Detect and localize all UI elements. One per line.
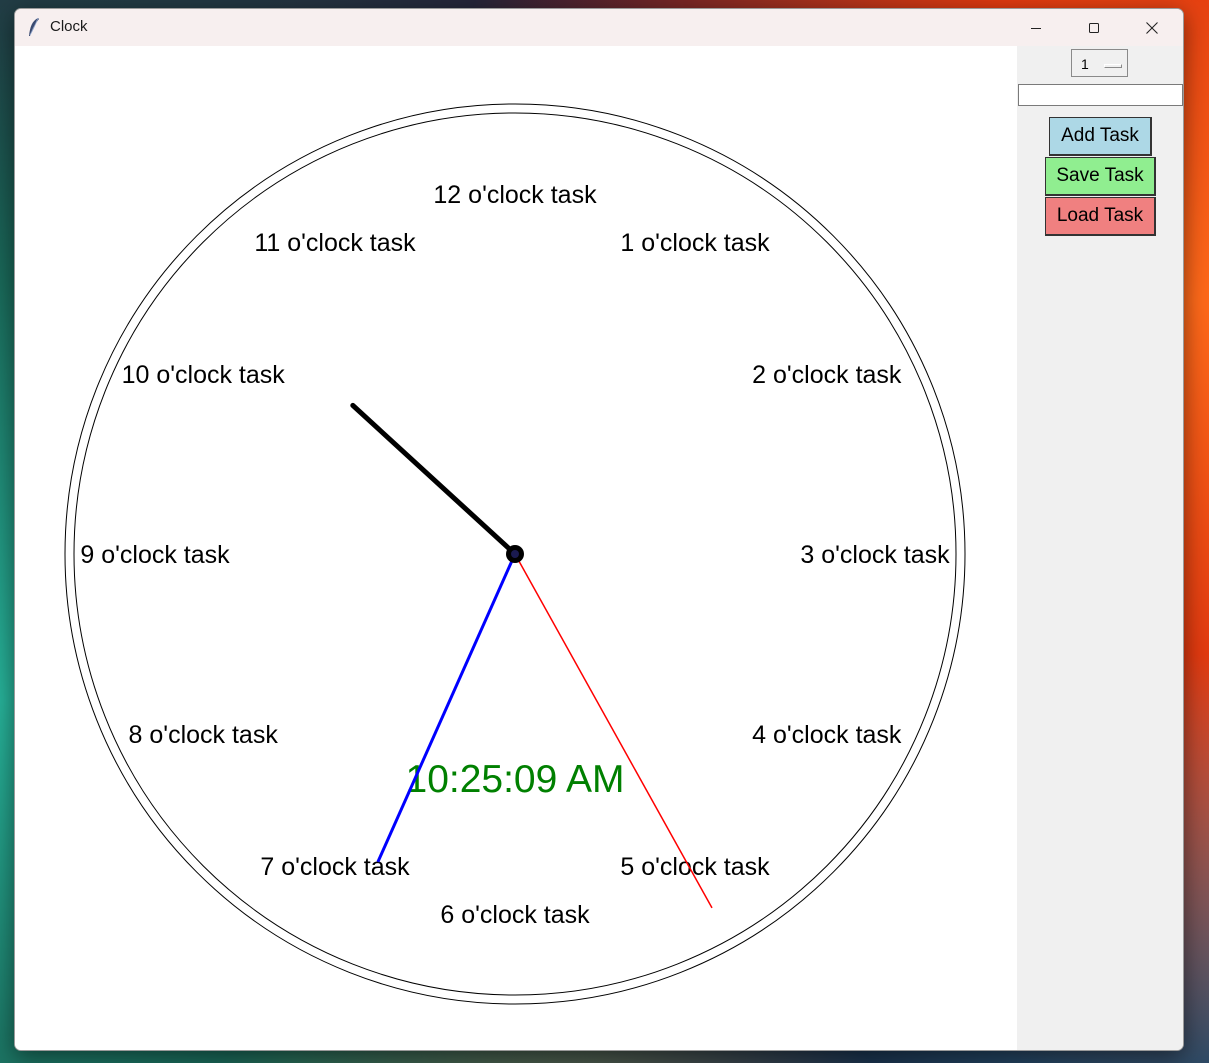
center-pin-cap bbox=[511, 550, 519, 558]
minimize-icon bbox=[1031, 27, 1041, 29]
hour-label-1: 1 o'clock task bbox=[620, 229, 770, 257]
option-menu-indicator-icon bbox=[1104, 64, 1122, 68]
minute-hand bbox=[514, 553, 713, 909]
hour-hand bbox=[350, 402, 518, 557]
hour-label-12: 12 o'clock task bbox=[433, 181, 597, 209]
close-button[interactable] bbox=[1123, 9, 1181, 46]
second-hand bbox=[376, 553, 517, 863]
hour-label-4: 4 o'clock task bbox=[752, 721, 902, 749]
feather-icon bbox=[29, 17, 39, 36]
hour-label-7: 7 o'clock task bbox=[260, 853, 410, 881]
hour-label-9: 9 o'clock task bbox=[80, 541, 230, 569]
clock-face: 12 o'clock task 1 o'clock task 2 o'clock t… bbox=[64, 103, 966, 1005]
hour-label-2: 2 o'clock task bbox=[752, 361, 902, 389]
task-input[interactable] bbox=[1018, 84, 1183, 106]
load-task-button[interactable]: Load Task bbox=[1045, 197, 1156, 236]
title-bar[interactable]: Clock bbox=[15, 9, 1183, 46]
maximize-icon bbox=[1089, 22, 1099, 33]
hour-select-value: 1 bbox=[1081, 56, 1089, 72]
save-task-button[interactable]: Save Task bbox=[1045, 157, 1156, 196]
hour-label-8: 8 o'clock task bbox=[129, 721, 279, 749]
close-icon bbox=[1146, 21, 1158, 34]
window-title: Clock bbox=[50, 18, 88, 35]
minimize-button[interactable] bbox=[1007, 9, 1065, 46]
hour-select[interactable]: 1 bbox=[1071, 49, 1128, 77]
digital-time: 10:25:09 AM bbox=[406, 758, 625, 801]
maximize-button[interactable] bbox=[1065, 9, 1123, 46]
hour-label-10: 10 o'clock task bbox=[122, 361, 286, 389]
task-panel: 1 Add Task Save Task Load Task bbox=[1017, 46, 1183, 1050]
hour-label-6: 6 o'clock task bbox=[440, 901, 590, 929]
clock-canvas: 12 o'clock task 1 o'clock task 2 o'clock t… bbox=[15, 46, 1017, 1050]
hour-label-3: 3 o'clock task bbox=[800, 541, 950, 569]
hour-label-11: 11 o'clock task bbox=[254, 229, 416, 257]
clock-window: Clock 12 o'clock task 1 o'clock task 2 o'c… bbox=[14, 8, 1184, 1051]
add-task-button[interactable]: Add Task bbox=[1049, 117, 1152, 156]
